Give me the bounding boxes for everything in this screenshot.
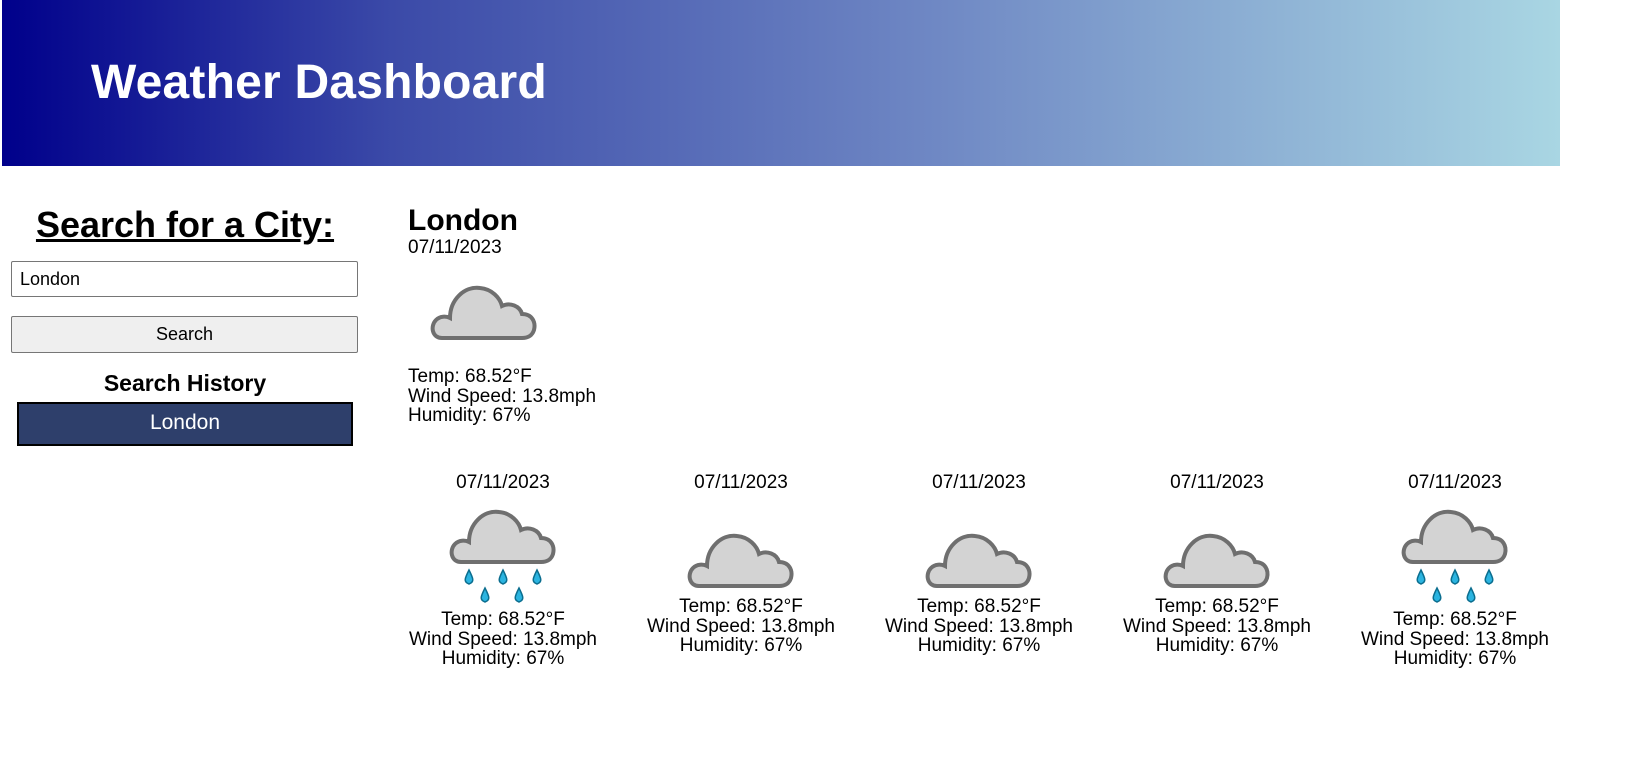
forecast-temp: Temp: 68.52°F bbox=[1155, 596, 1279, 617]
cloud-icon bbox=[687, 533, 794, 588]
search-title: Search for a City: bbox=[35, 204, 335, 245]
search-button[interactable]: Search bbox=[11, 316, 358, 353]
forecast-date: 07/11/2023 bbox=[1170, 472, 1264, 493]
current-city-name: London bbox=[408, 204, 518, 237]
forecast-card: 07/11/2023 Temp: 68.52°F Wind Speed: 13.… bbox=[403, 472, 603, 669]
forecast-wind: Wind Speed: 13.8mph bbox=[1122, 615, 1311, 637]
forecast-wind: Wind Speed: 13.8mph bbox=[408, 628, 597, 650]
rain-cloud-icon bbox=[1401, 509, 1508, 603]
forecast-temp: Temp: 68.52°F bbox=[679, 596, 803, 617]
forecast-stats: Temp: 68.52°F Wind Speed: 13.8mph Humidi… bbox=[1117, 597, 1317, 656]
cloud-icon bbox=[1163, 533, 1270, 588]
forecast-stats: Temp: 68.52°F Wind Speed: 13.8mph Humidi… bbox=[641, 597, 841, 656]
forecast-card: 07/11/2023 Temp: 68.52°F Wind Speed: 13.… bbox=[641, 472, 841, 656]
city-search-input[interactable] bbox=[11, 261, 358, 297]
forecast-wind: Wind Speed: 13.8mph bbox=[884, 615, 1073, 637]
page-title: Weather Dashboard bbox=[91, 56, 547, 109]
history-item-london[interactable]: London bbox=[17, 402, 353, 446]
header-banner: Weather Dashboard bbox=[2, 0, 1560, 166]
current-temp: Temp: 68.52°F bbox=[408, 366, 532, 387]
current-humidity: Humidity: 67% bbox=[408, 405, 531, 426]
forecast-humidity: Humidity: 67% bbox=[1393, 648, 1517, 669]
cloud-icon bbox=[925, 533, 1032, 588]
forecast-humidity: Humidity: 67% bbox=[1155, 635, 1279, 656]
forecast-card: 07/11/2023 Temp: 68.52°F Wind Speed: 13.… bbox=[1117, 472, 1317, 656]
forecast-temp: Temp: 68.52°F bbox=[441, 609, 565, 630]
forecast-date: 07/11/2023 bbox=[456, 472, 550, 493]
current-stats: Temp: 68.52°F Wind Speed: 13.8mph Humidi… bbox=[408, 367, 668, 426]
forecast-date: 07/11/2023 bbox=[1408, 472, 1502, 493]
current-weather: London 07/11/2023 Temp: 68.52°F Wind Spe… bbox=[408, 204, 596, 425]
forecast-humidity: Humidity: 67% bbox=[917, 635, 1041, 656]
cloud-icon bbox=[430, 285, 537, 340]
current-date: 07/11/2023 bbox=[408, 237, 502, 258]
forecast-humidity: Humidity: 67% bbox=[441, 648, 565, 669]
forecast-stats: Temp: 68.52°F Wind Speed: 13.8mph Humidi… bbox=[403, 610, 603, 669]
forecast-date: 07/11/2023 bbox=[932, 472, 1026, 493]
forecast-card: 07/11/2023 Temp: 68.52°F Wind Speed: 13.… bbox=[1355, 472, 1555, 669]
rain-cloud-icon bbox=[449, 509, 556, 603]
forecast-stats: Temp: 68.52°F Wind Speed: 13.8mph Humidi… bbox=[1355, 610, 1555, 669]
forecast-date: 07/11/2023 bbox=[694, 472, 788, 493]
forecast-stats: Temp: 68.52°F Wind Speed: 13.8mph Humidi… bbox=[879, 597, 1079, 656]
forecast-humidity: Humidity: 67% bbox=[679, 635, 803, 656]
forecast-wind: Wind Speed: 13.8mph bbox=[1360, 628, 1549, 650]
forecast-temp: Temp: 68.52°F bbox=[917, 596, 1041, 617]
search-history-title: Search History bbox=[103, 370, 267, 396]
current-wind: Wind Speed: 13.8mph bbox=[408, 385, 597, 407]
forecast-wind: Wind Speed: 13.8mph bbox=[646, 615, 835, 637]
forecast-card: 07/11/2023 Temp: 68.52°F Wind Speed: 13.… bbox=[879, 472, 1079, 656]
forecast-temp: Temp: 68.52°F bbox=[1393, 609, 1517, 630]
